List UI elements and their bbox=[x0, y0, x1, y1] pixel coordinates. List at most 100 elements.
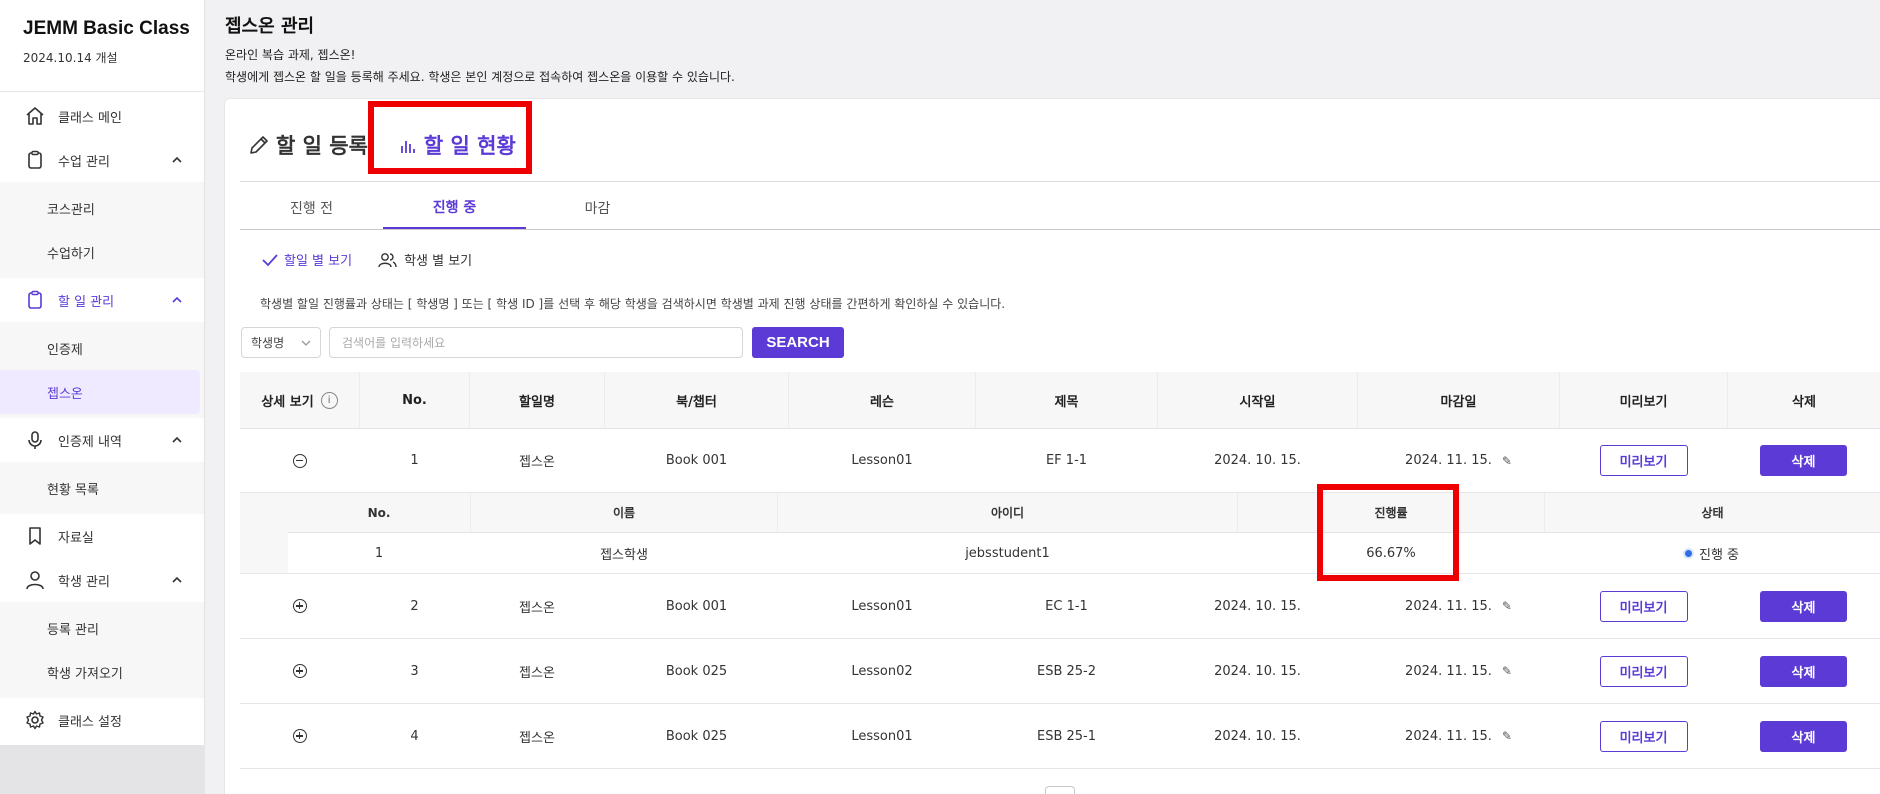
bar-chart-icon bbox=[398, 135, 418, 155]
sub-table-row: 1 젭스학생 jebsstudent1 66.67% 진행 중 bbox=[288, 533, 1880, 573]
row-toggle-cell bbox=[240, 574, 360, 638]
row-no: 2 bbox=[410, 598, 419, 614]
preview-button[interactable]: 미리보기 bbox=[1599, 445, 1688, 476]
collapse-icon[interactable] bbox=[292, 453, 307, 468]
row-title: ESB 25-1 bbox=[1036, 728, 1097, 744]
sidebar-item-jebsone[interactable]: 젭스온 bbox=[0, 370, 200, 414]
clipboard-icon bbox=[24, 289, 46, 311]
divider bbox=[240, 181, 1880, 182]
submenu-cert: 현황 목록 bbox=[0, 462, 204, 514]
search-input[interactable] bbox=[329, 327, 743, 358]
sidebar-item-cert-history[interactable]: 인증제 내역 bbox=[0, 418, 204, 462]
submenu-todo: 인증제 젭스온 bbox=[0, 322, 204, 418]
sidebar-item-import-students[interactable]: 학생 가져오기 bbox=[0, 650, 204, 694]
row-book: Book 025 bbox=[665, 663, 728, 679]
tab-closed[interactable]: 마감 bbox=[526, 186, 669, 229]
pagination-button[interactable] bbox=[1045, 786, 1075, 794]
sidebar-item-label: 인증제 내역 bbox=[58, 434, 122, 450]
class-title: JEMM Basic Class bbox=[23, 18, 190, 39]
pencil-icon[interactable]: ✎ bbox=[1502, 664, 1512, 678]
preview-button[interactable]: 미리보기 bbox=[1599, 655, 1688, 687]
student-progress: 66.67% bbox=[1366, 545, 1416, 561]
sidebar-footer bbox=[0, 745, 205, 794]
sidebar-item-course-mgmt[interactable]: 코스관리 bbox=[0, 186, 204, 230]
pencil-icon bbox=[248, 134, 270, 156]
pencil-icon[interactable]: ✎ bbox=[1502, 454, 1512, 468]
sidebar-menu: 클래스 메인 수업 관리 코스관리 수업하기 할 일 관리 인증제 젭스온 인증… bbox=[0, 92, 204, 742]
row-start: 2024. 10. 15. bbox=[1214, 453, 1301, 468]
tab-before[interactable]: 진행 전 bbox=[240, 186, 383, 229]
info-icon[interactable]: i bbox=[320, 391, 338, 409]
search-type-select[interactable]: 학생명 bbox=[241, 327, 321, 358]
column-header: 제목 bbox=[976, 372, 1158, 428]
clipboard-icon bbox=[24, 149, 46, 171]
tab-todo-status[interactable]: 할 일 현황 bbox=[398, 130, 516, 160]
column-header: 상세 보기 bbox=[261, 394, 314, 410]
sidebar-item-label: 클래스 메인 bbox=[58, 110, 122, 126]
row-due-cell: 2024. 11. 15. ✎ bbox=[1358, 429, 1560, 492]
gear-icon bbox=[24, 709, 46, 731]
col-detail: 상세 보기 i bbox=[240, 372, 360, 428]
column-header: 이름 bbox=[471, 493, 778, 532]
row-no: 1 bbox=[410, 453, 419, 468]
sidebar-item-status-list[interactable]: 현황 목록 bbox=[0, 466, 204, 510]
sidebar-item-student-mgmt[interactable]: 학생 관리 bbox=[0, 558, 204, 602]
sidebar-item-certification[interactable]: 인증제 bbox=[0, 326, 204, 370]
sidebar-item-class-main[interactable]: 클래스 메인 bbox=[0, 94, 204, 138]
row-lesson: Lesson01 bbox=[851, 453, 913, 468]
delete-button[interactable]: 삭제 bbox=[1760, 720, 1847, 752]
microphone-icon bbox=[24, 429, 46, 451]
column-header: 시작일 bbox=[1158, 372, 1358, 428]
column-header: 할일명 bbox=[470, 372, 605, 428]
expand-icon[interactable] bbox=[292, 729, 307, 743]
tab-in-progress[interactable]: 진행 중 bbox=[383, 186, 526, 229]
view-by-student[interactable]: 학생 별 보기 bbox=[378, 250, 472, 269]
student-status-cell: 진행 중 bbox=[1545, 533, 1880, 573]
class-date: 2024.10.14 개설 bbox=[23, 51, 118, 65]
row-lesson: Lesson01 bbox=[851, 728, 913, 744]
expand-icon[interactable] bbox=[292, 664, 307, 678]
row-start: 2024. 10. 15. bbox=[1214, 598, 1301, 614]
row-start: 2024. 10. 15. bbox=[1214, 728, 1301, 744]
sidebar-item-lesson-mgmt[interactable]: 수업 관리 bbox=[0, 138, 204, 182]
delete-button[interactable]: 삭제 bbox=[1760, 445, 1847, 476]
row-book: Book 025 bbox=[665, 728, 728, 744]
pencil-icon[interactable]: ✎ bbox=[1502, 599, 1512, 613]
table-row: 2 젭스온 Book 001 Lesson01 EC 1-1 2024. 10.… bbox=[240, 574, 1880, 639]
view-by-todo[interactable]: 할일 별 보기 bbox=[262, 250, 352, 269]
submenu-lesson: 코스관리 수업하기 bbox=[0, 182, 204, 278]
status-tabs: 진행 전 진행 중 마감 bbox=[240, 186, 669, 229]
row-title: EC 1-1 bbox=[1045, 598, 1088, 614]
column-header: No. bbox=[288, 493, 471, 532]
page-title: 젭스온 관리 bbox=[225, 16, 315, 37]
view-label: 할일 별 보기 bbox=[284, 254, 353, 269]
row-delete-cell: 삭제 bbox=[1728, 429, 1880, 492]
sidebar-item-resources[interactable]: 자료실 bbox=[0, 514, 204, 558]
sidebar-item-label: 클래스 설정 bbox=[58, 714, 122, 730]
row-delete-cell: 삭제 bbox=[1728, 574, 1880, 638]
student-no: 1 bbox=[374, 545, 384, 561]
bookmark-icon bbox=[24, 525, 46, 547]
pencil-icon[interactable]: ✎ bbox=[1502, 729, 1512, 743]
row-due: 2024. 11. 15. bbox=[1405, 453, 1492, 468]
delete-button[interactable]: 삭제 bbox=[1760, 655, 1847, 687]
sidebar-item-take-lesson[interactable]: 수업하기 bbox=[0, 230, 204, 274]
sidebar-item-registration[interactable]: 등록 관리 bbox=[0, 606, 204, 650]
search-button[interactable]: SEARCH bbox=[752, 327, 844, 358]
sidebar-item-class-settings[interactable]: 클래스 설정 bbox=[0, 698, 204, 742]
tab-todo-register[interactable]: 할 일 등록 bbox=[248, 130, 368, 160]
column-header: 북/챕터 bbox=[605, 372, 789, 428]
expand-icon[interactable] bbox=[292, 599, 307, 613]
column-header: 진행률 bbox=[1238, 493, 1545, 532]
sidebar-item-todo-mgmt[interactable]: 할 일 관리 bbox=[0, 278, 204, 322]
search-bar: 학생명 SEARCH bbox=[241, 327, 844, 358]
preview-button[interactable]: 미리보기 bbox=[1599, 720, 1688, 752]
tab-label: 할 일 등록 bbox=[276, 134, 368, 158]
row-lesson: Lesson01 bbox=[851, 598, 913, 614]
users-icon bbox=[378, 252, 398, 268]
preview-button[interactable]: 미리보기 bbox=[1599, 590, 1688, 622]
row-no: 3 bbox=[410, 663, 419, 679]
row-due-cell: 2024. 11. 15. ✎ bbox=[1358, 574, 1560, 638]
delete-button[interactable]: 삭제 bbox=[1760, 590, 1847, 622]
row-todo-name: 젭스온 bbox=[519, 730, 555, 746]
